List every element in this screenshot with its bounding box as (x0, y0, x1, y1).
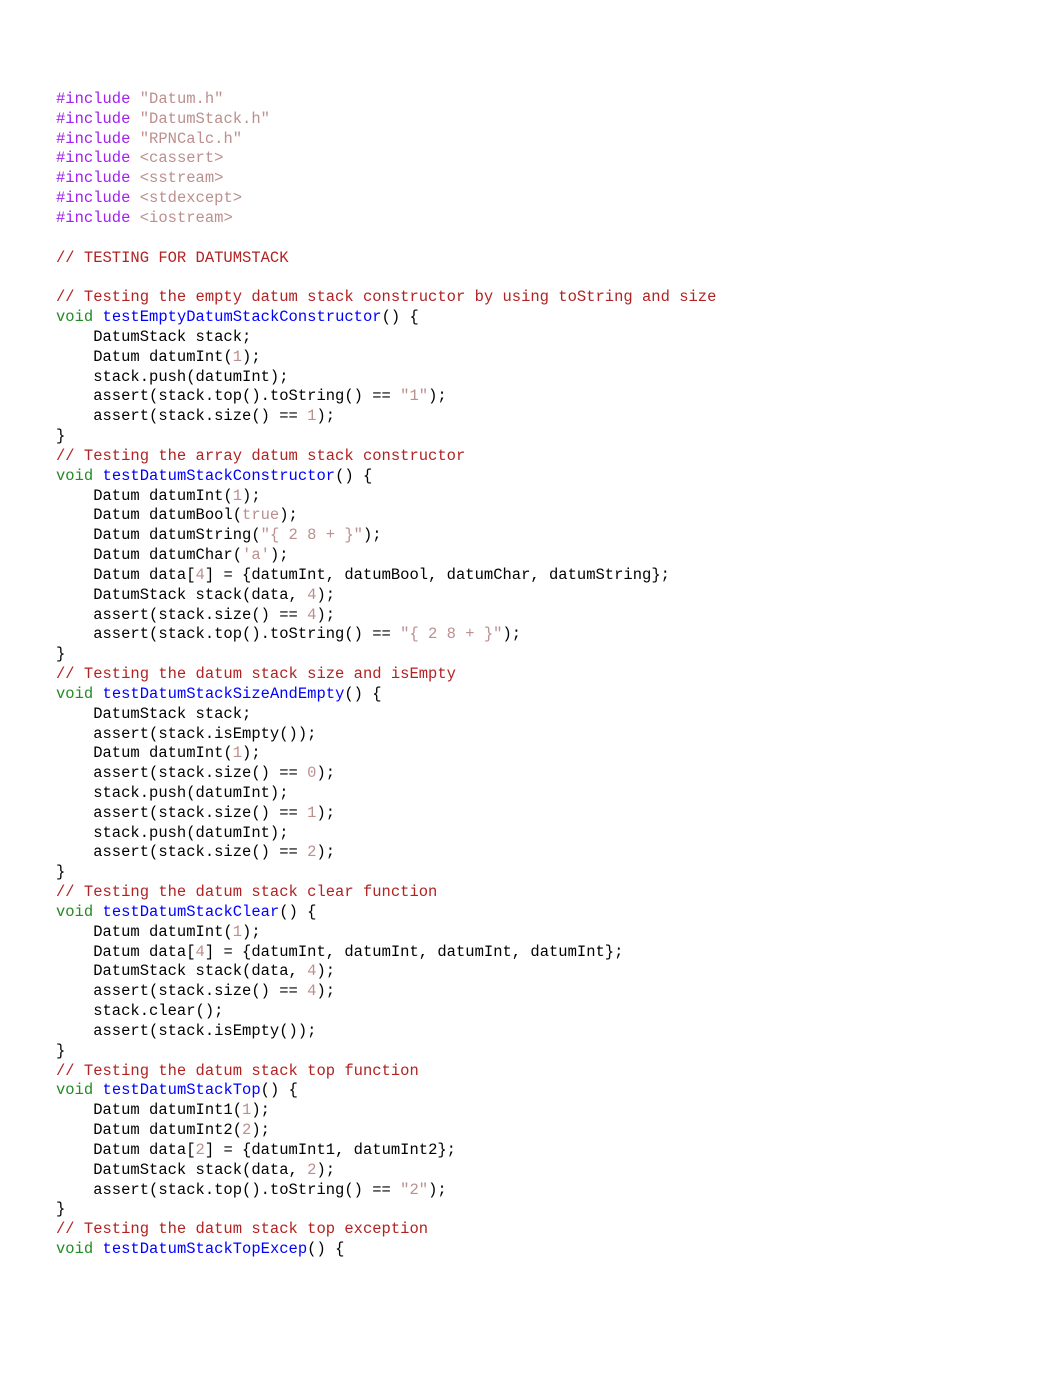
code-token: 2 (196, 1141, 205, 1159)
code-token: 1 (233, 744, 242, 762)
code-token: 2 (242, 1121, 251, 1139)
preprocessor-directive: #include (56, 130, 130, 148)
code-token: 1 (242, 1101, 251, 1119)
include-header: "RPNCalc.h" (140, 130, 242, 148)
code-token: 4 (307, 962, 316, 980)
include-header: <cassert> (140, 149, 224, 167)
include-header: "DatumStack.h" (140, 110, 270, 128)
function-name: testDatumStackTopExcep (103, 1240, 308, 1258)
function-name: testDatumStackTop (103, 1081, 261, 1099)
return-type: void (56, 467, 93, 485)
function-comment: // Testing the datum stack top function (56, 1062, 419, 1080)
function-name: testDatumStackClear (103, 903, 280, 921)
code-token: "{ 2 8 + }" (400, 625, 502, 643)
include-header: "Datum.h" (140, 90, 224, 108)
section-comment: // TESTING FOR DATUMSTACK (56, 249, 289, 267)
code-token: 1 (307, 407, 316, 425)
preprocessor-directive: #include (56, 110, 130, 128)
return-type: void (56, 685, 93, 703)
function-name: testDatumStackSizeAndEmpty (103, 685, 345, 703)
code-token: 1 (233, 348, 242, 366)
return-type: void (56, 308, 93, 326)
function-comment: // Testing the array datum stack constru… (56, 447, 465, 465)
function-name: testEmptyDatumStackConstructor (103, 308, 382, 326)
preprocessor-directive: #include (56, 209, 130, 227)
include-header: <sstream> (140, 169, 224, 187)
code-token: 4 (307, 606, 316, 624)
code-token: 'a' (242, 546, 270, 564)
code-token: "1" (400, 387, 428, 405)
code-token: 4 (196, 566, 205, 584)
code-token: "{ 2 8 + }" (261, 526, 363, 544)
code-token: 2 (307, 1161, 316, 1179)
code-token: true (242, 506, 279, 524)
function-comment: // Testing the datum stack size and isEm… (56, 665, 456, 683)
preprocessor-directive: #include (56, 169, 130, 187)
function-name: testDatumStackConstructor (103, 467, 336, 485)
preprocessor-directive: #include (56, 90, 130, 108)
function-comment: // Testing the datum stack top exception (56, 1220, 428, 1238)
code-token: 4 (196, 943, 205, 961)
code-token: 1 (307, 804, 316, 822)
code-token: 4 (307, 586, 316, 604)
function-comment: // Testing the datum stack clear functio… (56, 883, 437, 901)
include-header: <stdexcept> (140, 189, 242, 207)
code-token: 0 (307, 764, 316, 782)
code-token: 4 (307, 982, 316, 1000)
code-token: 2 (307, 843, 316, 861)
code-token: "2" (400, 1181, 428, 1199)
preprocessor-directive: #include (56, 189, 130, 207)
return-type: void (56, 1081, 93, 1099)
code-token: 1 (233, 923, 242, 941)
preprocessor-directive: #include (56, 149, 130, 167)
return-type: void (56, 1240, 93, 1258)
code-listing: #include "Datum.h" #include "DatumStack.… (0, 0, 1062, 1320)
code-token: 1 (233, 487, 242, 505)
include-header: <iostream> (140, 209, 233, 227)
return-type: void (56, 903, 93, 921)
function-comment: // Testing the empty datum stack constru… (56, 288, 716, 306)
